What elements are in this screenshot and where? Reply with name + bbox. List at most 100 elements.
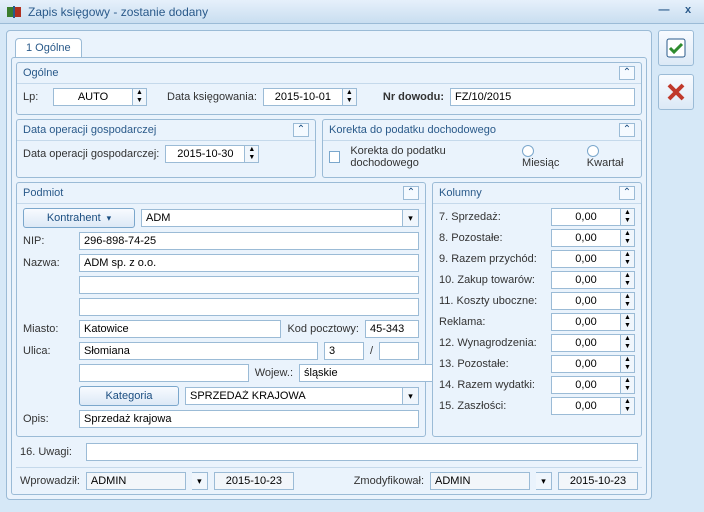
modified-label: Zmodyfikował: bbox=[354, 475, 424, 487]
city-label: Miasto: bbox=[23, 323, 73, 335]
collapse-icon[interactable]: ⌃ bbox=[619, 66, 635, 80]
spin-up-icon[interactable]: ▲ bbox=[621, 314, 634, 322]
column-value-input[interactable]: ▲▼ bbox=[551, 355, 635, 373]
bookdate-field[interactable] bbox=[263, 88, 343, 106]
spin-up-icon[interactable]: ▲ bbox=[245, 146, 258, 154]
remarks-field[interactable] bbox=[86, 443, 638, 461]
spin-down-icon[interactable]: ▼ bbox=[245, 154, 258, 162]
spin-up-icon[interactable]: ▲ bbox=[621, 209, 634, 217]
dropdown-icon[interactable]: ▾ bbox=[192, 472, 208, 490]
column-value-input[interactable]: ▲▼ bbox=[551, 292, 635, 310]
column-value-field[interactable] bbox=[551, 313, 621, 331]
column-value-input[interactable]: ▲▼ bbox=[551, 334, 635, 352]
spin-down-icon[interactable]: ▼ bbox=[621, 301, 634, 309]
column-value-field[interactable] bbox=[551, 355, 621, 373]
group-tax: Korekta do podatku dochodowego ⌃ Korekta… bbox=[322, 119, 642, 178]
dropdown-icon[interactable]: ▾ bbox=[403, 209, 419, 227]
voiv-field[interactable] bbox=[299, 364, 451, 382]
spin-down-icon[interactable]: ▼ bbox=[343, 97, 356, 105]
created-by-field bbox=[86, 472, 186, 490]
name-field-3[interactable] bbox=[79, 298, 419, 316]
name-field[interactable] bbox=[79, 254, 419, 272]
spin-up-icon[interactable]: ▲ bbox=[621, 398, 634, 406]
column-value-input[interactable]: ▲▼ bbox=[551, 271, 635, 289]
column-label: 13. Pozostałe: bbox=[439, 358, 547, 370]
house-field[interactable] bbox=[324, 342, 364, 360]
spin-up-icon[interactable]: ▲ bbox=[621, 251, 634, 259]
spin-up-icon[interactable]: ▲ bbox=[621, 230, 634, 238]
created-label: Wprowadził: bbox=[20, 475, 80, 487]
apt-field[interactable] bbox=[379, 342, 419, 360]
spin-down-icon[interactable]: ▼ bbox=[133, 97, 146, 105]
bookdate-input[interactable]: ▲▼ bbox=[263, 88, 357, 106]
collapse-icon[interactable]: ⌃ bbox=[619, 186, 635, 200]
tax-checkbox[interactable] bbox=[329, 151, 340, 163]
collapse-icon[interactable]: ⌃ bbox=[293, 123, 309, 137]
save-button[interactable] bbox=[658, 30, 694, 66]
spin-up-icon[interactable]: ▲ bbox=[621, 272, 634, 280]
docno-label: Nr dowodu: bbox=[383, 91, 444, 103]
spin-down-icon[interactable]: ▼ bbox=[621, 322, 634, 330]
zip-field[interactable] bbox=[365, 320, 419, 338]
dropdown-icon[interactable]: ▾ bbox=[403, 387, 419, 405]
contractor-button[interactable]: Kontrahent bbox=[23, 208, 135, 228]
category-button[interactable]: Kategoria bbox=[79, 386, 179, 406]
collapse-icon[interactable]: ⌃ bbox=[403, 186, 419, 200]
column-value-field[interactable] bbox=[551, 250, 621, 268]
spin-down-icon[interactable]: ▼ bbox=[621, 217, 634, 225]
nip-field[interactable] bbox=[79, 232, 419, 250]
desc-label: Opis: bbox=[23, 413, 73, 425]
tax-chk-label: Korekta do podatku dochodowego bbox=[350, 145, 506, 169]
lp-input[interactable]: ▲▼ bbox=[53, 88, 147, 106]
name-field-2[interactable] bbox=[79, 276, 419, 294]
spin-up-icon[interactable]: ▲ bbox=[621, 356, 634, 364]
column-value-field[interactable] bbox=[551, 334, 621, 352]
dropdown-icon[interactable]: ▾ bbox=[536, 472, 552, 490]
column-value-field[interactable] bbox=[551, 292, 621, 310]
street-field[interactable] bbox=[79, 342, 318, 360]
desc-field[interactable] bbox=[79, 410, 419, 428]
column-value-field[interactable] bbox=[551, 376, 621, 394]
docno-field[interactable] bbox=[450, 88, 635, 106]
column-value-field[interactable] bbox=[551, 397, 621, 415]
spin-down-icon[interactable]: ▼ bbox=[621, 238, 634, 246]
opdate-field[interactable] bbox=[165, 145, 245, 163]
tax-radio-quarter[interactable] bbox=[587, 145, 599, 157]
column-value-field[interactable] bbox=[551, 271, 621, 289]
close-button[interactable]: x bbox=[678, 4, 698, 20]
collapse-icon[interactable]: ⌃ bbox=[619, 123, 635, 137]
column-value-field[interactable] bbox=[551, 229, 621, 247]
addr-extra-field[interactable] bbox=[79, 364, 249, 382]
contractor-field[interactable] bbox=[141, 209, 403, 227]
spin-up-icon[interactable]: ▲ bbox=[621, 377, 634, 385]
spin-up-icon[interactable]: ▲ bbox=[621, 335, 634, 343]
spin-up-icon[interactable]: ▲ bbox=[133, 89, 146, 97]
tax-radio-month[interactable] bbox=[522, 145, 534, 157]
cancel-button[interactable] bbox=[658, 74, 694, 110]
spin-down-icon[interactable]: ▼ bbox=[621, 364, 634, 372]
column-value-input[interactable]: ▲▼ bbox=[551, 376, 635, 394]
app-icon bbox=[6, 4, 22, 20]
spin-down-icon[interactable]: ▼ bbox=[621, 280, 634, 288]
spin-down-icon[interactable]: ▼ bbox=[621, 343, 634, 351]
tab-general[interactable]: 1 Ogólne bbox=[15, 38, 82, 57]
opdate-input[interactable]: ▲▼ bbox=[165, 145, 259, 163]
column-value-input[interactable]: ▲▼ bbox=[551, 313, 635, 331]
column-value-input[interactable]: ▲▼ bbox=[551, 208, 635, 226]
column-value-input[interactable]: ▲▼ bbox=[551, 397, 635, 415]
column-label: 12. Wynagrodzenia: bbox=[439, 337, 547, 349]
spin-down-icon[interactable]: ▼ bbox=[621, 406, 634, 414]
spin-up-icon[interactable]: ▲ bbox=[343, 89, 356, 97]
group-columns: Kolumny ⌃ 7. Sprzedaż:▲▼8. Pozostałe:▲▼9… bbox=[432, 182, 642, 437]
spin-down-icon[interactable]: ▼ bbox=[621, 385, 634, 393]
column-value-input[interactable]: ▲▼ bbox=[551, 250, 635, 268]
spin-up-icon[interactable]: ▲ bbox=[621, 293, 634, 301]
spin-down-icon[interactable]: ▼ bbox=[621, 259, 634, 267]
voiv-label: Wojew.: bbox=[255, 367, 293, 379]
lp-field[interactable] bbox=[53, 88, 133, 106]
minimize-button[interactable]: — bbox=[654, 4, 674, 20]
city-field[interactable] bbox=[79, 320, 281, 338]
category-field[interactable] bbox=[185, 387, 403, 405]
column-value-field[interactable] bbox=[551, 208, 621, 226]
column-value-input[interactable]: ▲▼ bbox=[551, 229, 635, 247]
